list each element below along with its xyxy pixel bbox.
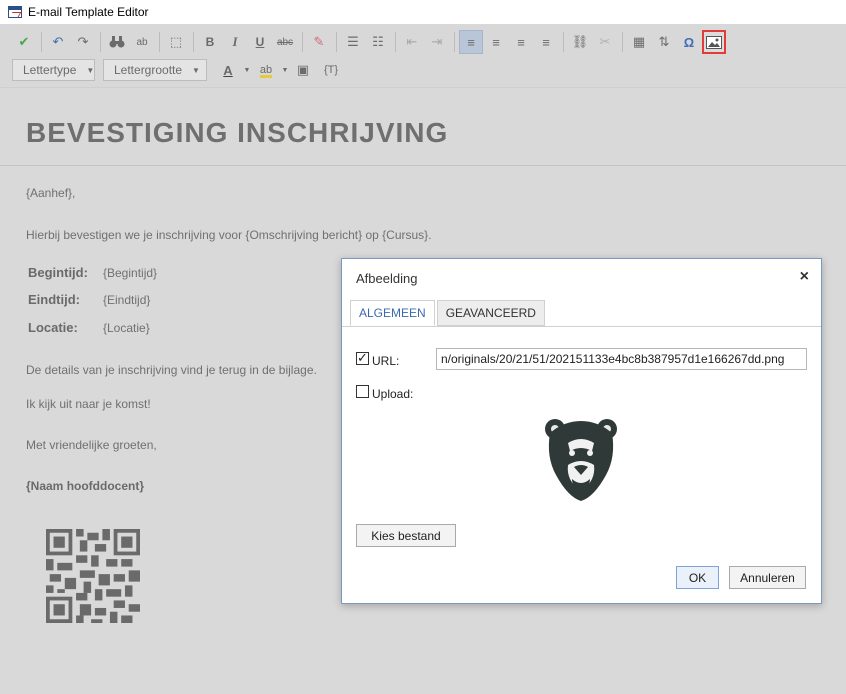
heading-divider — [0, 165, 846, 166]
check-icon[interactable]: ✔ — [12, 30, 36, 54]
numbered-list-icon[interactable]: ☰ — [341, 30, 365, 54]
unlink-icon[interactable]: ✂ — [593, 30, 617, 54]
special-char-icon[interactable]: Ω — [677, 30, 701, 54]
qr-code-image — [46, 529, 140, 623]
details-text: De details van je inschrijving vind je t… — [26, 363, 317, 377]
font-size-select[interactable]: Lettergrootte ▼ — [103, 59, 207, 81]
redo-icon[interactable]: ↷ — [71, 30, 95, 54]
close-icon[interactable]: × — [800, 268, 809, 286]
undo-icon[interactable]: ↶ — [46, 30, 70, 54]
locatie-value: {Locatie} — [103, 321, 150, 335]
choose-file-button[interactable]: Kies bestand — [356, 524, 456, 547]
url-input[interactable]: n/originals/20/21/51/202151133e4bc8b3879… — [436, 348, 807, 370]
tab-divider — [342, 326, 821, 327]
align-left-icon[interactable]: ≡ — [459, 30, 483, 54]
toolbar-separator — [100, 32, 101, 52]
font-size-label: Lettergrootte — [114, 63, 183, 77]
toolbar-separator — [302, 32, 303, 52]
placeholder-icon[interactable]: {T} — [316, 58, 346, 82]
justify-icon[interactable]: ≡ — [534, 30, 558, 54]
align-center-icon[interactable]: ≡ — [484, 30, 508, 54]
chevron-down-icon: ▼ — [192, 65, 200, 75]
toolbar-separator — [454, 32, 455, 52]
dialog-title: Afbeelding — [356, 271, 418, 286]
begintijd-label: Begintijd: — [28, 265, 88, 280]
align-right-icon[interactable]: ≡ — [509, 30, 533, 54]
window-title: E-mail Template Editor — [28, 5, 149, 19]
toolbar-separator — [563, 32, 564, 52]
strikethrough-icon[interactable]: abc — [273, 30, 297, 54]
toolbar-row-2: Lettertype ▼ Lettergrootte ▼ A ▼ ab ▼ ▣ … — [12, 56, 347, 84]
image-dialog: Afbeelding × ALGEMEEN GEAVANCEERD URL: n… — [341, 258, 822, 604]
bear-image-preview — [545, 419, 617, 501]
italic-icon[interactable]: I — [223, 30, 247, 54]
background-color-icon[interactable]: ab — [253, 58, 279, 82]
eindtijd-label: Eindtijd: — [28, 292, 80, 307]
bold-icon[interactable]: B — [198, 30, 222, 54]
upload-checkbox[interactable] — [356, 385, 369, 398]
toolbar-row-1: ✔ ↶ ↷ ab ⬚ B I U abc ✎ ☰ ☷ ⇤ ⇥ ≡ ≡ ≡ ≡ ⛓… — [12, 28, 727, 56]
app-icon — [8, 6, 22, 18]
signature-text: {Naam hoofddocent} — [26, 479, 145, 493]
toolbar-separator — [395, 32, 396, 52]
chevron-down-icon[interactable]: ▼ — [280, 58, 290, 82]
intro-text: Hierbij bevestigen we je inschrijving vo… — [26, 228, 432, 242]
greeting-text: {Aanhef}, — [26, 186, 76, 200]
font-family-select[interactable]: Lettertype ▼ — [12, 59, 95, 81]
table-icon[interactable]: ▦ — [627, 30, 651, 54]
email-heading: BEVESTIGING INSCHRIJVING — [26, 117, 449, 148]
window-titlebar: E-mail Template Editor — [0, 0, 846, 24]
text-color-icon[interactable]: A — [215, 58, 241, 82]
dialog-tabs: ALGEMEEN GEAVANCEERD — [350, 300, 547, 326]
underline-icon[interactable]: U — [248, 30, 272, 54]
bulleted-list-icon[interactable]: ☷ — [366, 30, 390, 54]
outdent-icon[interactable]: ⇤ — [400, 30, 424, 54]
url-label: URL: — [372, 354, 400, 368]
closing-text-2: Met vriendelijke groeten, — [26, 438, 157, 452]
remove-format-icon[interactable]: ✎ — [307, 30, 331, 54]
chevron-down-icon: ▼ — [86, 65, 95, 75]
closing-text-1: Ik kijk uit naar je komst! — [26, 397, 151, 411]
ok-button[interactable]: OK — [676, 566, 719, 589]
cancel-button[interactable]: Annuleren — [729, 566, 806, 589]
qr-code-icon[interactable]: ▣ — [291, 58, 315, 82]
indent-icon[interactable]: ⇥ — [425, 30, 449, 54]
toolbar-separator — [622, 32, 623, 52]
font-family-label: Lettertype — [23, 63, 77, 77]
find-icon[interactable] — [105, 30, 129, 54]
locatie-label: Locatie: — [28, 320, 78, 335]
text-direction-icon[interactable]: ⇅ — [652, 30, 676, 54]
upload-label: Upload: — [372, 387, 414, 401]
image-icon[interactable] — [702, 30, 726, 54]
toolbar-separator — [193, 32, 194, 52]
link-icon[interactable]: ⛓ — [568, 30, 592, 54]
replace-icon[interactable]: ab — [130, 30, 154, 54]
select-all-icon[interactable]: ⬚ — [164, 30, 188, 54]
tab-geavanceerd[interactable]: GEAVANCEERD — [436, 300, 545, 326]
tab-algemeen[interactable]: ALGEMEEN — [350, 300, 435, 326]
toolbar-separator — [159, 32, 160, 52]
toolbar-separator — [336, 32, 337, 52]
eindtijd-value: {Eindtijd} — [103, 293, 151, 307]
chevron-down-icon[interactable]: ▼ — [242, 58, 252, 82]
editor-toolbar: ✔ ↶ ↷ ab ⬚ B I U abc ✎ ☰ ☷ ⇤ ⇥ ≡ ≡ ≡ ≡ ⛓… — [0, 24, 846, 88]
begintijd-value: {Begintijd} — [103, 266, 158, 280]
toolbar-separator — [41, 32, 42, 52]
url-checkbox[interactable] — [356, 350, 369, 366]
